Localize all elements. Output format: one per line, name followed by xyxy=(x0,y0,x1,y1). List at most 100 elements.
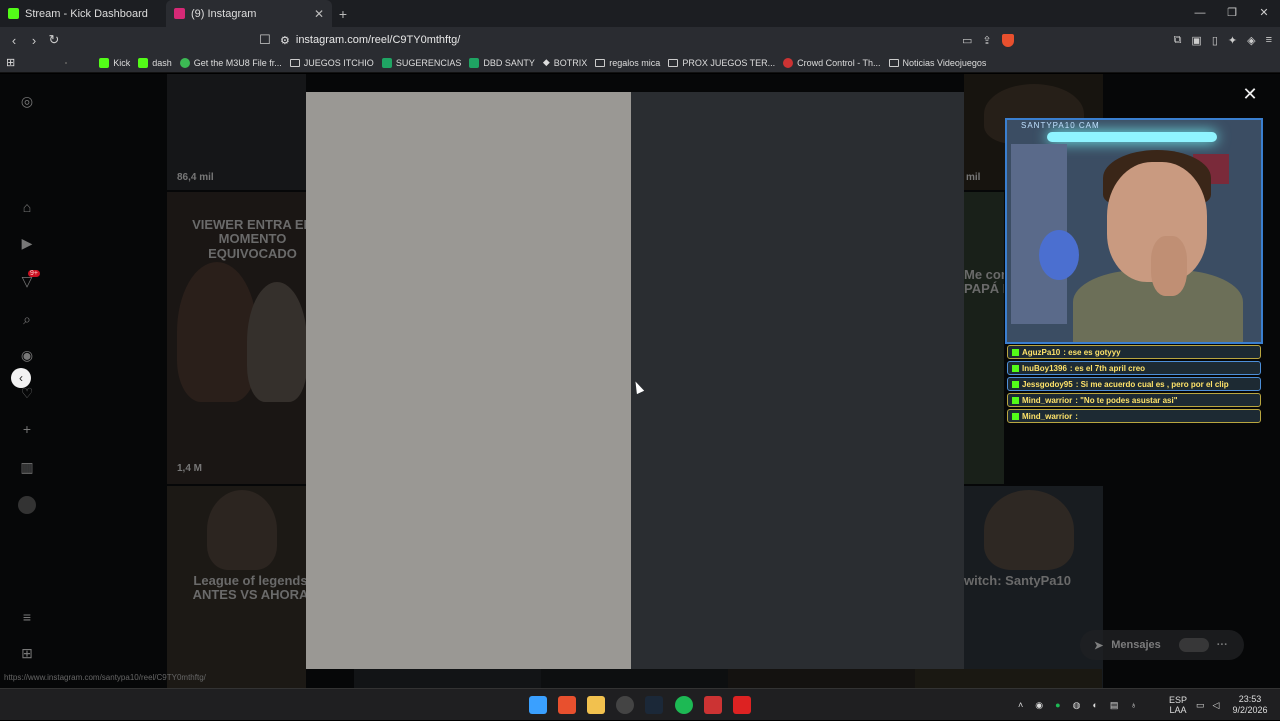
home-icon[interactable]: ⌂ xyxy=(18,198,36,216)
url-field[interactable]: ⚙ instagram.com/reel/C9TY0mthftg/ xyxy=(280,30,1000,50)
chat-text: : es el 7th april creo xyxy=(1069,363,1146,373)
messages-label: Mensajes xyxy=(1111,639,1161,651)
discord-tray-icon[interactable]: ◉ xyxy=(1035,700,1043,711)
reel-tile[interactable]: League of legends ANTES VS AHORA xyxy=(167,486,306,688)
file-explorer-icon[interactable] xyxy=(587,696,605,714)
person-figure xyxy=(207,490,277,570)
app-icon[interactable] xyxy=(704,696,722,714)
steam-tray-icon[interactable]: ◐ xyxy=(1092,700,1097,710)
more-menu-icon[interactable]: ≡ xyxy=(18,608,36,626)
reel-video-area[interactable] xyxy=(306,92,631,669)
bookmark-prox-juegos[interactable]: PROX JUEGOS TER... xyxy=(668,58,775,68)
steam-icon[interactable] xyxy=(645,696,663,714)
led-light xyxy=(1047,132,1217,142)
search-icon[interactable]: ⌕ xyxy=(18,310,36,328)
quick-settings[interactable]: ▭ ◁ xyxy=(1196,689,1219,721)
messages-button[interactable]: ➤ Mensajes ··· xyxy=(1080,630,1244,660)
windows-start-icon[interactable] xyxy=(529,696,547,714)
obs-icon[interactable] xyxy=(616,696,634,714)
chat-user: Jessgodoy95 xyxy=(1022,379,1073,389)
reel-tile[interactable] xyxy=(354,669,541,688)
bookmark-botrix[interactable]: ◆ BOTRIX xyxy=(543,57,587,68)
bookmark-m3u8[interactable]: Get the M3U8 File fr... xyxy=(179,57,282,68)
close-icon[interactable]: ✕ xyxy=(1240,84,1260,104)
leo-icon[interactable]: ✦ xyxy=(1228,34,1237,47)
window-controls: — ❐ ✕ xyxy=(1184,0,1280,27)
plush-toy xyxy=(1039,230,1079,280)
app-tray-icon[interactable]: ◍ xyxy=(1073,700,1081,711)
apps-icon[interactable]: ⊞ xyxy=(6,56,15,69)
menu-icon[interactable]: ≡ xyxy=(1266,34,1272,46)
spotify-icon[interactable] xyxy=(675,696,693,714)
screenshot-icon[interactable]: ▣ xyxy=(1191,34,1201,47)
webcam-overlay: SANTYPA10 CAM xyxy=(1005,118,1263,344)
bookmark-icon-row xyxy=(23,61,91,64)
bookmark-kick[interactable]: Kick xyxy=(99,57,130,68)
bookmark-crowd-control[interactable]: Crowd Control - Th... xyxy=(783,57,881,68)
spotify-tray-icon[interactable]: ● xyxy=(1055,700,1060,710)
kick-icon xyxy=(1012,380,1019,388)
reel-tile[interactable] xyxy=(541,669,728,688)
profile-avatar[interactable] xyxy=(18,496,36,514)
bookmark-dbd-santy[interactable]: DBD SANTY xyxy=(469,57,535,68)
bookmark-noticias[interactable]: Noticias Videojuegos xyxy=(888,58,986,68)
reel-tile[interactable] xyxy=(915,669,1102,688)
volume-icon: ◁ xyxy=(1212,699,1220,710)
reel-tile[interactable] xyxy=(728,669,915,688)
clock[interactable]: 23:53 9/2/2026 xyxy=(1230,689,1270,721)
tab-instagram[interactable]: (9) Instagram ✕ xyxy=(166,0,332,27)
chat-user: Mind_warrior xyxy=(1022,395,1073,405)
explore-icon[interactable]: ◉ xyxy=(18,346,36,364)
folder-icon xyxy=(888,58,899,67)
tiktok-icon[interactable] xyxy=(65,61,68,64)
new-tab-button[interactable]: + xyxy=(332,6,354,22)
extensions-icon[interactable]: ⧉ xyxy=(1174,34,1182,47)
kick-icon xyxy=(1012,348,1019,356)
brave-icon[interactable] xyxy=(558,696,576,714)
toolbar-right: ▭ ⇪ ⧉ ▣ ▯ ✦ ◈ ≡ xyxy=(962,27,1272,53)
vpn-icon[interactable]: ◈ xyxy=(1247,34,1255,47)
chevron-up-icon[interactable]: ˄ xyxy=(1018,700,1023,710)
reel-tile[interactable]: witch: SantyPa10 xyxy=(964,486,1103,688)
sidebar-icon[interactable]: ▯ xyxy=(1212,34,1218,47)
bookmarks-bar: ⊞ Kick dash Get the M3U8 File fr... JUEG… xyxy=(0,53,1280,73)
bookmark-label: BOTRIX xyxy=(553,57,588,68)
bookmark-juegos-itchio[interactable]: JUEGOS ITCHIO xyxy=(289,58,374,68)
back-icon[interactable]: ‹ xyxy=(4,33,24,48)
status-bar-url: https://www.instagram.com/santypa10/reel… xyxy=(4,673,206,682)
clock-time: 23:53 xyxy=(1238,694,1262,704)
dashboard-icon[interactable]: ▥ xyxy=(18,458,36,476)
reels-icon[interactable]: ▶ xyxy=(18,234,36,252)
app-tray-icon[interactable]: ▤ xyxy=(1110,700,1119,711)
minimize-icon[interactable]: — xyxy=(1184,0,1216,27)
close-tab-icon[interactable]: ✕ xyxy=(314,7,324,21)
cast-icon[interactable]: ▭ xyxy=(962,34,972,47)
language-indicator[interactable]: ESP LAA xyxy=(1166,689,1190,721)
site-info-icon[interactable]: ⚙ xyxy=(280,34,290,47)
chat-message: Jessgodoy95: Si me acuerdo cual es , per… xyxy=(1007,377,1261,391)
share-icon[interactable]: ⇪ xyxy=(982,34,991,47)
forward-icon[interactable]: › xyxy=(24,33,44,48)
tab-kick-dashboard[interactable]: Stream - Kick Dashboard xyxy=(0,0,166,27)
person-figure xyxy=(984,490,1074,570)
brave-shield-icon[interactable] xyxy=(1001,33,1014,47)
restore-icon[interactable]: ❐ xyxy=(1216,0,1248,27)
url-text: instagram.com/reel/C9TY0mthftg/ xyxy=(295,34,461,46)
close-window-icon[interactable]: ✕ xyxy=(1248,0,1280,27)
instagram-logo-icon[interactable]: ◎ xyxy=(18,92,36,110)
bookmark-dash[interactable]: dash xyxy=(138,57,172,68)
bookmark-regalos-mica[interactable]: regalos mica xyxy=(595,58,660,68)
chat-message: InuBoy1396: es el 7th april creo xyxy=(1007,361,1261,375)
reel-caption: Me con PAPÁ L xyxy=(964,267,1004,297)
reel-tile[interactable]: 86,4 mil xyxy=(167,74,306,190)
mic-icon[interactable]: ♁ xyxy=(1130,700,1137,710)
bookmark-sugerencias[interactable]: SUGERENCIAS xyxy=(381,57,461,68)
threads-icon[interactable]: ⊞ xyxy=(18,644,36,662)
previous-icon[interactable]: ‹ xyxy=(11,368,31,388)
video-player-icon[interactable] xyxy=(733,696,751,714)
reel-tile[interactable]: VIEWER ENTRA EN MOMENTO EQUIVOCADO 1,4 M xyxy=(167,192,306,484)
bookmark-icon[interactable]: ☐ xyxy=(255,32,275,48)
reload-icon[interactable]: ↻ xyxy=(44,32,64,48)
reel-tile[interactable]: Me con PAPÁ L xyxy=(964,192,1004,484)
create-icon[interactable]: + xyxy=(18,420,36,438)
